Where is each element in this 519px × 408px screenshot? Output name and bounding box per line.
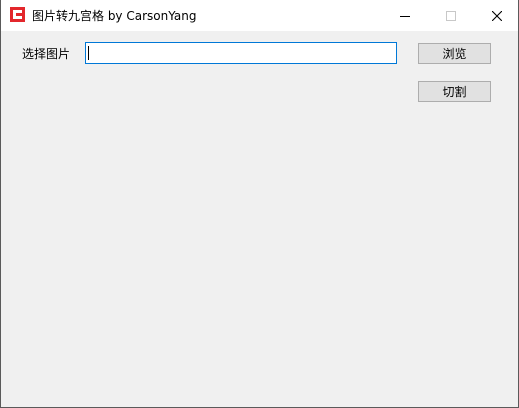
minimize-icon (400, 15, 410, 17)
title-bar[interactable]: 图片转九宫格 by CarsonYang (1, 0, 518, 31)
close-button[interactable] (474, 0, 518, 31)
browse-button[interactable]: 浏览 (418, 43, 491, 64)
cut-button[interactable]: 切割 (418, 81, 491, 102)
image-path-input[interactable] (85, 42, 397, 64)
app-window: 图片转九宫格 by CarsonYang 选择图片 浏览 切割 (0, 0, 519, 408)
select-image-label: 选择图片 (22, 47, 71, 61)
app-logo-icon (10, 7, 25, 22)
maximize-icon (446, 10, 456, 21)
minimize-button[interactable] (382, 0, 428, 31)
close-icon (492, 10, 502, 21)
maximize-button[interactable] (428, 0, 474, 31)
window-title: 图片转九宫格 by CarsonYang (32, 9, 197, 23)
main-panel: 选择图片 浏览 切割 (1, 31, 518, 407)
text-caret (88, 46, 89, 60)
